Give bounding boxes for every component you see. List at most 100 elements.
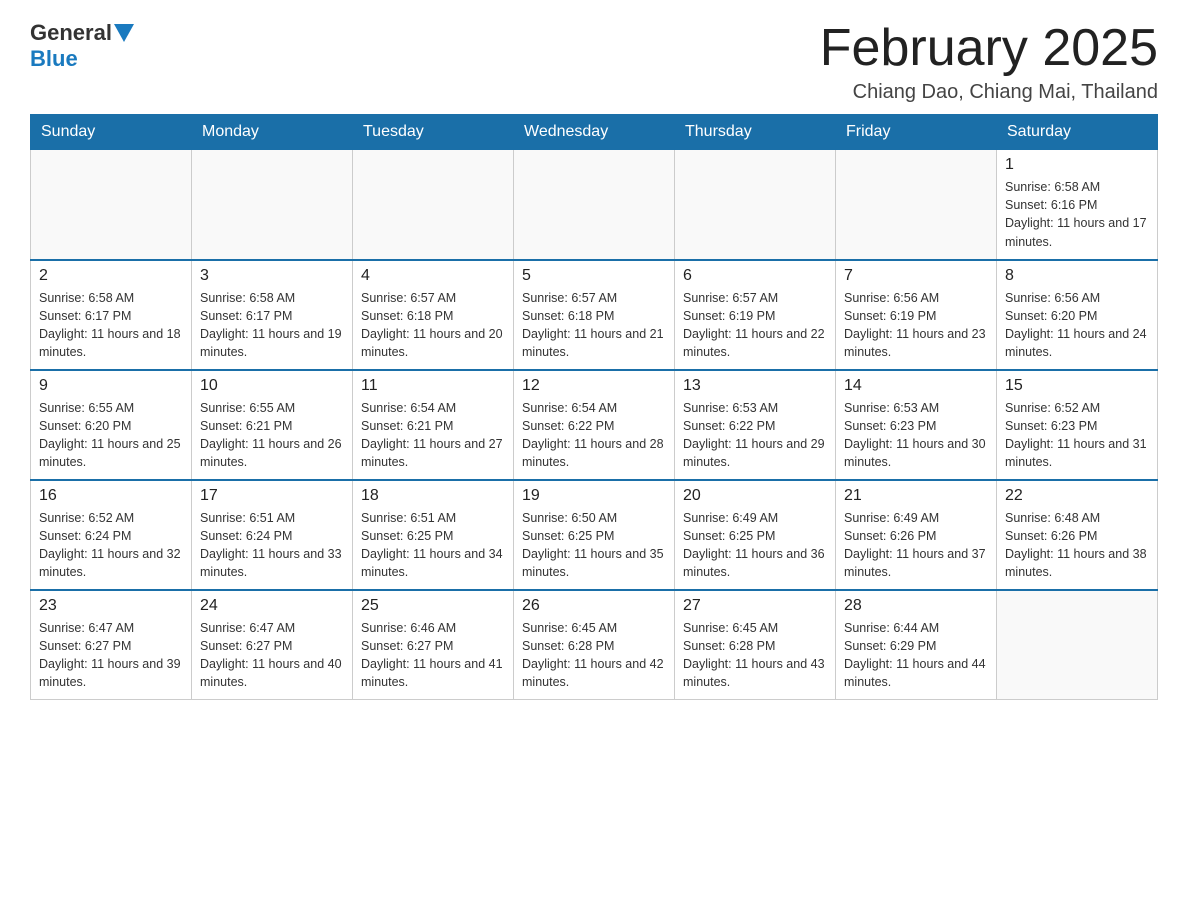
calendar-day-cell: 13 Sunrise: 6:53 AMSunset: 6:22 PMDayligh… bbox=[675, 370, 836, 480]
calendar-day-cell: 17Sunrise: 6:51 AMSunset: 6:24 PMDayligh… bbox=[192, 480, 353, 590]
day-number: 25 bbox=[361, 597, 505, 615]
calendar-day-cell: 15 Sunrise: 6:52 AMSunset: 6:23 PMDayligh… bbox=[997, 370, 1158, 480]
day-info: Sunrise: 6:55 AMSunset: 6:21 PMDaylight:… bbox=[200, 399, 344, 472]
day-info: Sunrise: 6:56 AMSunset: 6:20 PMDaylight:… bbox=[1005, 289, 1149, 362]
calendar-day-cell: 4 Sunrise: 6:57 AMSunset: 6:18 PMDaylight… bbox=[353, 260, 514, 370]
calendar-day-cell: 20Sunrise: 6:49 AMSunset: 6:25 PMDayligh… bbox=[675, 480, 836, 590]
day-number: 1 bbox=[1005, 156, 1149, 174]
calendar-day-cell: 21 Sunrise: 6:49 AMSunset: 6:26 PMDayligh… bbox=[836, 480, 997, 590]
day-number: 19 bbox=[522, 487, 666, 505]
calendar-day-cell: 11 Sunrise: 6:54 AMSunset: 6:21 PMDayligh… bbox=[353, 370, 514, 480]
day-number: 27 bbox=[683, 597, 827, 615]
day-of-week-header: Friday bbox=[836, 115, 997, 150]
day-info: Sunrise: 6:49 AMSunset: 6:26 PMDaylight:… bbox=[844, 509, 988, 582]
calendar-day-cell: 23 Sunrise: 6:47 AMSunset: 6:27 PMDayligh… bbox=[31, 590, 192, 700]
calendar-day-cell: 10 Sunrise: 6:55 AMSunset: 6:21 PMDayligh… bbox=[192, 370, 353, 480]
calendar-day-cell: 26 Sunrise: 6:45 AMSunset: 6:28 PMDayligh… bbox=[514, 590, 675, 700]
calendar-day-cell: 27 Sunrise: 6:45 AMSunset: 6:28 PMDayligh… bbox=[675, 590, 836, 700]
calendar-week-row: 16 Sunrise: 6:52 AMSunset: 6:24 PMDayligh… bbox=[31, 480, 1158, 590]
day-number: 28 bbox=[844, 597, 988, 615]
day-number: 23 bbox=[39, 597, 183, 615]
title-area: February 2025 Chiang Dao, Chiang Mai, Th… bbox=[820, 20, 1158, 104]
day-number: 7 bbox=[844, 267, 988, 285]
day-info: Sunrise: 6:53 AMSunset: 6:22 PMDaylight:… bbox=[683, 399, 827, 472]
day-number: 13 bbox=[683, 377, 827, 395]
day-number: 4 bbox=[361, 267, 505, 285]
calendar-day-cell: 8 Sunrise: 6:56 AMSunset: 6:20 PMDaylight… bbox=[997, 260, 1158, 370]
day-number: 26 bbox=[522, 597, 666, 615]
day-of-week-header: Tuesday bbox=[353, 115, 514, 150]
calendar-day-cell: 9Sunrise: 6:55 AMSunset: 6:20 PMDaylight… bbox=[31, 370, 192, 480]
month-title: February 2025 bbox=[820, 20, 1158, 77]
calendar-week-row: 9Sunrise: 6:55 AMSunset: 6:20 PMDaylight… bbox=[31, 370, 1158, 480]
logo-general-text: General bbox=[30, 20, 112, 46]
day-number: 15 bbox=[1005, 377, 1149, 395]
day-number: 24 bbox=[200, 597, 344, 615]
calendar-day-cell bbox=[31, 150, 192, 260]
day-number: 21 bbox=[844, 487, 988, 505]
calendar-day-cell bbox=[997, 590, 1158, 700]
day-number: 11 bbox=[361, 377, 505, 395]
day-number: 22 bbox=[1005, 487, 1149, 505]
calendar-day-cell: 6Sunrise: 6:57 AMSunset: 6:19 PMDaylight… bbox=[675, 260, 836, 370]
day-info: Sunrise: 6:58 AMSunset: 6:16 PMDaylight:… bbox=[1005, 178, 1149, 251]
day-info: Sunrise: 6:52 AMSunset: 6:23 PMDaylight:… bbox=[1005, 399, 1149, 472]
day-info: Sunrise: 6:45 AMSunset: 6:28 PMDaylight:… bbox=[683, 619, 827, 692]
day-info: Sunrise: 6:48 AMSunset: 6:26 PMDaylight:… bbox=[1005, 509, 1149, 582]
day-number: 8 bbox=[1005, 267, 1149, 285]
day-info: Sunrise: 6:46 AMSunset: 6:27 PMDaylight:… bbox=[361, 619, 505, 692]
day-number: 16 bbox=[39, 487, 183, 505]
calendar-header-row: SundayMondayTuesdayWednesdayThursdayFrid… bbox=[31, 115, 1158, 150]
calendar-day-cell: 14 Sunrise: 6:53 AMSunset: 6:23 PMDayligh… bbox=[836, 370, 997, 480]
day-info: Sunrise: 6:54 AMSunset: 6:21 PMDaylight:… bbox=[361, 399, 505, 472]
calendar-day-cell bbox=[192, 150, 353, 260]
day-info: Sunrise: 6:55 AMSunset: 6:20 PMDaylight:… bbox=[39, 399, 183, 472]
day-info: Sunrise: 6:47 AMSunset: 6:27 PMDaylight:… bbox=[200, 619, 344, 692]
logo: General Blue bbox=[30, 20, 136, 72]
day-info: Sunrise: 6:44 AMSunset: 6:29 PMDaylight:… bbox=[844, 619, 988, 692]
day-info: Sunrise: 6:53 AMSunset: 6:23 PMDaylight:… bbox=[844, 399, 988, 472]
calendar-day-cell: 2Sunrise: 6:58 AMSunset: 6:17 PMDaylight… bbox=[31, 260, 192, 370]
day-of-week-header: Thursday bbox=[675, 115, 836, 150]
day-info: Sunrise: 6:49 AMSunset: 6:25 PMDaylight:… bbox=[683, 509, 827, 582]
day-number: 5 bbox=[522, 267, 666, 285]
day-number: 14 bbox=[844, 377, 988, 395]
calendar-day-cell: 3 Sunrise: 6:58 AMSunset: 6:17 PMDaylight… bbox=[192, 260, 353, 370]
day-of-week-header: Saturday bbox=[997, 115, 1158, 150]
day-number: 17 bbox=[200, 487, 344, 505]
day-info: Sunrise: 6:52 AMSunset: 6:24 PMDaylight:… bbox=[39, 509, 183, 582]
calendar-table: SundayMondayTuesdayWednesdayThursdayFrid… bbox=[30, 114, 1158, 700]
day-info: Sunrise: 6:47 AMSunset: 6:27 PMDaylight:… bbox=[39, 619, 183, 692]
day-number: 3 bbox=[200, 267, 344, 285]
location-text: Chiang Dao, Chiang Mai, Thailand bbox=[820, 81, 1158, 104]
day-number: 18 bbox=[361, 487, 505, 505]
calendar-day-cell: 24 Sunrise: 6:47 AMSunset: 6:27 PMDayligh… bbox=[192, 590, 353, 700]
day-info: Sunrise: 6:45 AMSunset: 6:28 PMDaylight:… bbox=[522, 619, 666, 692]
calendar-week-row: 23 Sunrise: 6:47 AMSunset: 6:27 PMDayligh… bbox=[31, 590, 1158, 700]
calendar-day-cell: 7 Sunrise: 6:56 AMSunset: 6:19 PMDaylight… bbox=[836, 260, 997, 370]
day-info: Sunrise: 6:56 AMSunset: 6:19 PMDaylight:… bbox=[844, 289, 988, 362]
calendar-day-cell bbox=[675, 150, 836, 260]
calendar-day-cell: 12Sunrise: 6:54 AMSunset: 6:22 PMDayligh… bbox=[514, 370, 675, 480]
day-info: Sunrise: 6:57 AMSunset: 6:18 PMDaylight:… bbox=[361, 289, 505, 362]
calendar-day-cell: 19 Sunrise: 6:50 AMSunset: 6:25 PMDayligh… bbox=[514, 480, 675, 590]
day-info: Sunrise: 6:54 AMSunset: 6:22 PMDaylight:… bbox=[522, 399, 666, 472]
calendar-day-cell bbox=[514, 150, 675, 260]
calendar-day-cell: 18 Sunrise: 6:51 AMSunset: 6:25 PMDayligh… bbox=[353, 480, 514, 590]
day-info: Sunrise: 6:57 AMSunset: 6:18 PMDaylight:… bbox=[522, 289, 666, 362]
day-info: Sunrise: 6:58 AMSunset: 6:17 PMDaylight:… bbox=[200, 289, 344, 362]
calendar-week-row: 1 Sunrise: 6:58 AMSunset: 6:16 PMDaylight… bbox=[31, 150, 1158, 260]
calendar-day-cell bbox=[836, 150, 997, 260]
day-info: Sunrise: 6:50 AMSunset: 6:25 PMDaylight:… bbox=[522, 509, 666, 582]
day-number: 6 bbox=[683, 267, 827, 285]
page-header: General Blue February 2025 Chiang Dao, C… bbox=[30, 20, 1158, 104]
calendar-day-cell: 28 Sunrise: 6:44 AMSunset: 6:29 PMDayligh… bbox=[836, 590, 997, 700]
day-number: 10 bbox=[200, 377, 344, 395]
logo-triangle-icon bbox=[114, 24, 134, 42]
day-of-week-header: Wednesday bbox=[514, 115, 675, 150]
calendar-day-cell: 5 Sunrise: 6:57 AMSunset: 6:18 PMDaylight… bbox=[514, 260, 675, 370]
calendar-day-cell: 25 Sunrise: 6:46 AMSunset: 6:27 PMDayligh… bbox=[353, 590, 514, 700]
day-info: Sunrise: 6:58 AMSunset: 6:17 PMDaylight:… bbox=[39, 289, 183, 362]
calendar-day-cell: 22 Sunrise: 6:48 AMSunset: 6:26 PMDayligh… bbox=[997, 480, 1158, 590]
day-info: Sunrise: 6:51 AMSunset: 6:25 PMDaylight:… bbox=[361, 509, 505, 582]
